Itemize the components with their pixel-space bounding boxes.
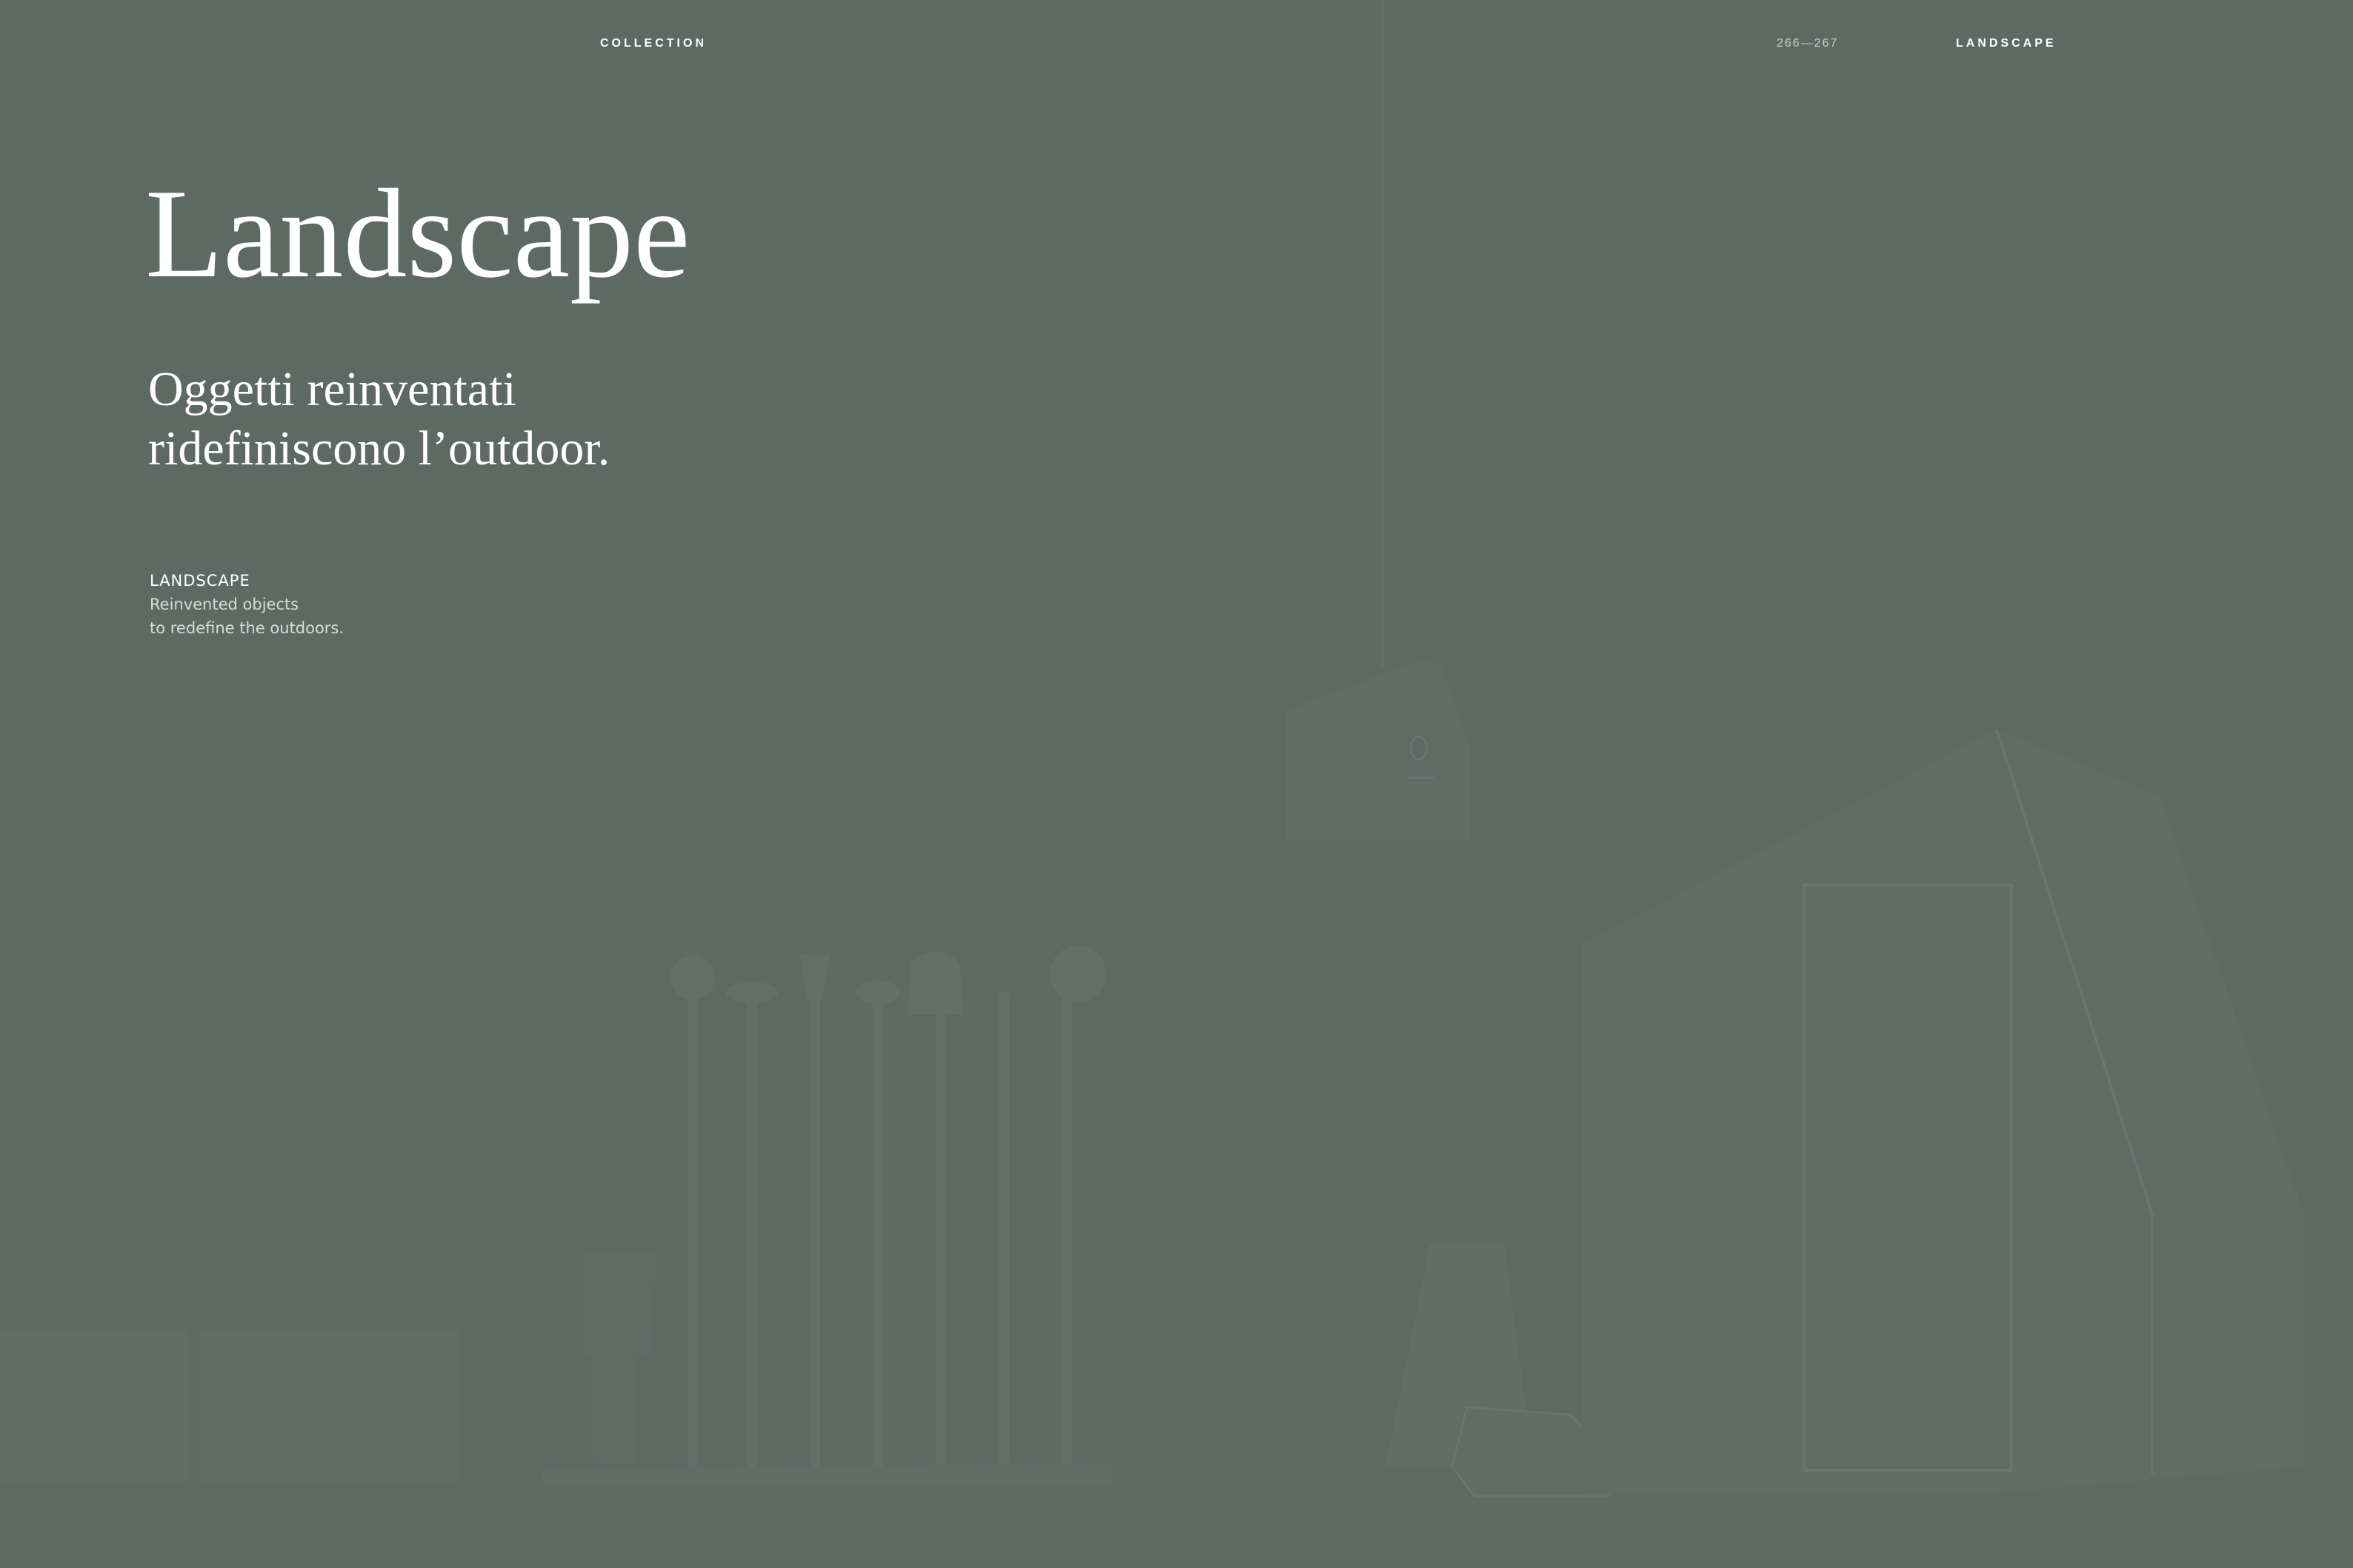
bench-illustration [0, 1330, 459, 1481]
catalog-spread: COLLECTION 266—267 LANDSCAPE Landscape O… [0, 0, 2353, 1568]
page-title: Landscape [145, 164, 690, 304]
tool-rack-base [541, 1463, 1111, 1485]
caption-line: Reinvented objects [150, 595, 299, 613]
subtitle-line: Oggetti reinventati [148, 362, 516, 416]
planter-illustration [585, 1252, 656, 1463]
tool-heads-illustration [670, 946, 1106, 1015]
english-caption: LANDSCAPE Reinvented objects to redefine… [150, 569, 344, 640]
garden-tools-illustration [688, 980, 1072, 1468]
subtitle: Oggetti reinventati ridefiniscono l’outd… [148, 360, 815, 478]
chapter-label: LANDSCAPE [1956, 37, 2057, 50]
caption-line: to redefine the outdoors. [150, 619, 345, 637]
page-numbers: 266—267 [1777, 37, 1839, 50]
subtitle-line: ridefiniscono l’outdoor. [148, 421, 610, 476]
birdhouse-illustration [1285, 659, 1471, 841]
section-label: COLLECTION [600, 37, 707, 50]
caption-heading: LANDSCAPE [150, 572, 250, 590]
shed-illustration [1582, 729, 2304, 1492]
